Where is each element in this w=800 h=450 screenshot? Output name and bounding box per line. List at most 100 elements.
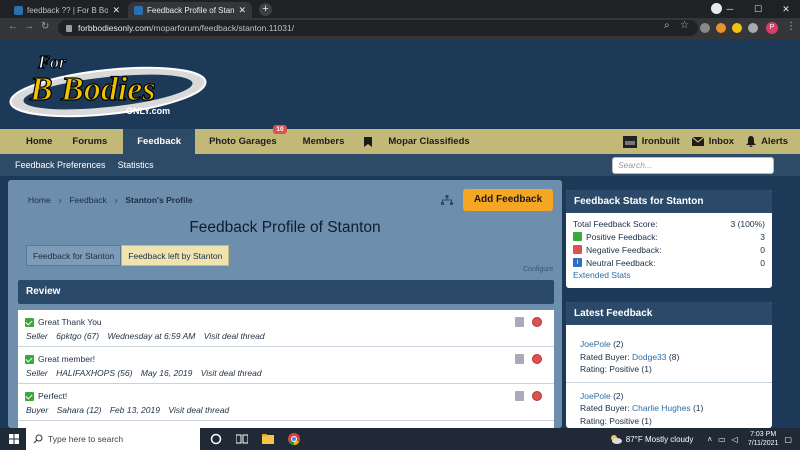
site-favicon-icon xyxy=(134,5,143,15)
chevron-right-icon: › xyxy=(114,195,118,205)
nav-inbox[interactable]: Inbox xyxy=(691,136,735,147)
logo-text-bottom: ONLY.com xyxy=(126,106,170,116)
user-avatar-icon xyxy=(622,135,637,148)
chrome-icon[interactable] xyxy=(288,433,300,445)
back-icon[interactable]: ← xyxy=(8,21,18,32)
nav-forums[interactable]: Forums xyxy=(68,129,123,154)
notifications-icon[interactable]: ▢ xyxy=(784,435,792,444)
report-icon[interactable] xyxy=(532,354,542,364)
review-role: Seller xyxy=(26,331,48,341)
review-user[interactable]: HALIFAXHOPS (56) xyxy=(56,368,132,378)
latest-user-link[interactable]: JoePole xyxy=(580,339,611,349)
username: Ironbuilt xyxy=(641,136,680,147)
notification-badge: 10 xyxy=(273,125,287,134)
site-logo[interactable]: For B Bodies ONLY.com xyxy=(8,48,218,124)
visit-deal-thread-link[interactable]: Visit deal thread xyxy=(201,368,262,378)
new-tab-button[interactable]: + xyxy=(259,3,272,16)
stats-heading: Feedback Stats for Stanton xyxy=(566,190,772,213)
nav-bookmarks-icon[interactable] xyxy=(356,129,380,154)
taskbar-search-input[interactable]: Type here to search xyxy=(26,428,200,450)
breadcrumb-current[interactable]: Stanton's Profile xyxy=(125,195,192,205)
extended-stats-link[interactable]: Extended Stats xyxy=(566,269,772,282)
page-title: Feedback Profile of Stanton xyxy=(189,219,381,236)
address-bar[interactable]: forbbodiesonly.com /moparforum/feedback/… xyxy=(58,20,698,36)
file-explorer-icon[interactable] xyxy=(262,433,274,445)
visit-deal-thread-link[interactable]: Visit deal thread xyxy=(168,405,229,415)
volume-icon[interactable]: ◁ xyxy=(732,435,738,444)
network-icon[interactable]: ▭ xyxy=(718,435,726,444)
zoom-icon[interactable]: ⌕ xyxy=(664,20,670,31)
browser-tab-2[interactable]: Feedback Profile of Stanton | For ✕ xyxy=(128,2,252,18)
nav-photo-garages[interactable]: Photo Garages 10 xyxy=(195,125,291,154)
delete-icon[interactable] xyxy=(515,317,524,327)
nav-members[interactable]: Members xyxy=(291,129,357,154)
close-tab-icon[interactable]: ✕ xyxy=(238,5,246,16)
rated-user-link[interactable]: Charlie Hughes xyxy=(632,403,691,413)
latest-user-link[interactable]: JoePole xyxy=(580,391,611,401)
subnav-feedback-preferences[interactable]: Feedback Preferences xyxy=(15,160,106,170)
review-title[interactable]: Perfect! xyxy=(38,391,67,401)
add-feedback-button[interactable]: Add Feedback xyxy=(463,189,553,211)
latest-feedback-panel: Latest Feedback JoePole (2) Rated Buyer:… xyxy=(566,302,772,428)
review-title[interactable]: Great Thank You xyxy=(38,317,102,327)
maximize-icon[interactable]: ☐ xyxy=(744,0,772,18)
cortana-icon[interactable] xyxy=(210,433,222,445)
review-user[interactable]: 6pktgo (67) xyxy=(56,331,99,341)
clock[interactable]: 7:03 PM 7/11/2021 xyxy=(748,430,779,448)
rated-user-link[interactable]: Dodge33 xyxy=(632,352,667,362)
positive-check-icon xyxy=(25,317,34,327)
rating-text: Rating: Positive (1) xyxy=(580,415,652,426)
breadcrumb-home[interactable]: Home xyxy=(28,195,51,205)
windows-start-icon[interactable] xyxy=(9,434,19,444)
report-icon[interactable] xyxy=(532,391,542,401)
search-input[interactable]: Search... xyxy=(612,157,774,174)
extensions-puzzle-icon[interactable] xyxy=(748,23,758,33)
tab-feedback-for[interactable]: Feedback for Stanton xyxy=(26,245,122,266)
nav-alerts[interactable]: Alerts xyxy=(746,136,788,147)
delete-icon[interactable] xyxy=(515,354,524,364)
browser-tab-bar: feedback ?? | For B Bodies Only C ✕ Feed… xyxy=(0,0,800,18)
extension-icon[interactable] xyxy=(716,23,726,33)
close-tab-icon[interactable]: ✕ xyxy=(112,5,120,16)
browser-tab-1[interactable]: feedback ?? | For B Bodies Only C ✕ xyxy=(8,2,126,18)
nav-user-account[interactable]: Ironbuilt xyxy=(622,135,680,148)
visit-deal-thread-link[interactable]: Visit deal thread xyxy=(204,331,265,341)
lock-icon xyxy=(66,24,72,32)
nav-home[interactable]: Home xyxy=(0,129,68,154)
tray-chevron-icon[interactable]: ˄ xyxy=(707,435,712,444)
delete-icon[interactable] xyxy=(515,391,524,401)
sitemap-icon[interactable] xyxy=(441,195,453,205)
positive-check-icon xyxy=(25,391,34,401)
extension-icon[interactable] xyxy=(700,23,710,33)
windows-taskbar: Type here to search 87°F Mostly cloudy ˄… xyxy=(0,428,800,450)
tab-feedback-left-by[interactable]: Feedback left by Stanton xyxy=(121,245,230,266)
bookmark-star-icon[interactable]: ☆ xyxy=(680,20,689,31)
clock-time: 7:03 PM xyxy=(750,431,777,438)
breadcrumb-feedback[interactable]: Feedback xyxy=(69,195,106,205)
menu-icon[interactable]: ⋮ xyxy=(786,21,796,32)
task-view-icon[interactable] xyxy=(236,433,248,445)
configure-link[interactable]: Configure xyxy=(523,266,553,273)
profile-avatar[interactable]: P xyxy=(766,22,778,34)
stat-positive-label: Positive Feedback: xyxy=(586,231,658,242)
forward-icon[interactable]: → xyxy=(24,21,34,32)
minimize-icon[interactable]: ─ xyxy=(716,0,744,18)
latest-user-count: (2) xyxy=(613,390,624,401)
inbox-label: Inbox xyxy=(708,136,735,147)
report-icon[interactable] xyxy=(532,317,542,327)
tab-title: feedback ?? | For B Bodies Only C xyxy=(27,5,109,15)
review-title[interactable]: Great member! xyxy=(38,354,95,364)
nav-mopar-classifieds[interactable]: Mopar Classifieds xyxy=(380,129,477,154)
reload-icon[interactable]: ↻ xyxy=(41,21,49,32)
feedback-tabs: Feedback for Stanton Feedback left by St… xyxy=(26,245,230,266)
stat-neutral-value: 0 xyxy=(760,257,765,268)
subnav-statistics[interactable]: Statistics xyxy=(118,160,154,170)
review-user[interactable]: Sahara (12) xyxy=(57,405,102,415)
close-window-icon[interactable]: ✕ xyxy=(772,0,800,18)
latest-heading: Latest Feedback xyxy=(566,302,772,325)
weather-text[interactable]: 87°F Mostly cloudy xyxy=(626,435,694,444)
nav-feedback[interactable]: Feedback xyxy=(123,129,196,154)
stat-neutral: i Neutral Feedback: 0 xyxy=(566,256,772,269)
stat-negative: Negative Feedback: 0 xyxy=(566,243,772,256)
extension-icon[interactable] xyxy=(732,23,742,33)
